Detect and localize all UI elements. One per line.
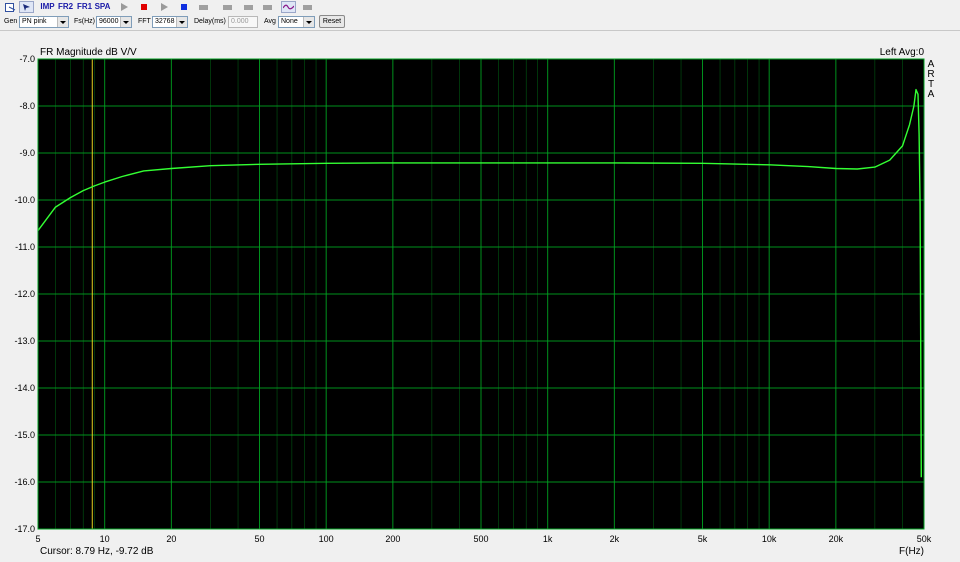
cursor-readout: Cursor: 8.79 Hz, -9.72 dB (40, 546, 154, 557)
y-tick-label: -16.0 (14, 477, 35, 487)
y-tick-label: -13.0 (14, 336, 35, 346)
x-tick-label: 2k (610, 534, 620, 544)
x-tick-label: 200 (385, 534, 400, 544)
arta-side-label: ARTA (927, 59, 934, 100)
y-tick-label: -15.0 (14, 430, 35, 440)
x-tick-label: 50 (254, 534, 264, 544)
y-tick-label: -14.0 (14, 383, 35, 393)
y-tick-label: -12.0 (14, 289, 35, 299)
y-tick-label: -17.0 (14, 524, 35, 534)
x-tick-label: 20k (829, 534, 844, 544)
frequency-response-chart[interactable]: 5 10 20 50 100 200 500 1k 2k 5k 10k 20k 50k -7.0 -8.0… (0, 0, 960, 562)
y-tick-label: -9.0 (19, 148, 35, 158)
y-tick-label: -11.0 (15, 242, 35, 252)
x-tick-label: 20 (166, 534, 176, 544)
x-tick-label: 500 (473, 534, 488, 544)
x-tick-labels: 5 10 20 50 100 200 500 1k 2k 5k 10k 20k 50k (35, 534, 931, 544)
channel-avg-label: Left Avg:0 (880, 47, 925, 58)
x-tick-label: 50k (917, 534, 932, 544)
y-tick-label: -7.0 (19, 54, 35, 64)
x-axis-label: F(Hz) (899, 546, 924, 557)
x-tick-label: 5 (35, 534, 40, 544)
chart-title: FR Magnitude dB V/V (40, 47, 137, 58)
x-tick-label: 100 (319, 534, 334, 544)
x-tick-label: 10 (100, 534, 110, 544)
x-tick-label: 1k (543, 534, 553, 544)
x-tick-label: 5k (698, 534, 708, 544)
side-label-char: A (928, 89, 935, 100)
y-tick-label: -10.0 (14, 195, 35, 205)
y-tick-labels: -7.0 -8.0 -9.0 -10.0 -11.0 -12.0 -13.0 -14.0 -15… (14, 54, 35, 534)
x-tick-label: 10k (762, 534, 777, 544)
y-tick-label: -8.0 (19, 101, 35, 111)
